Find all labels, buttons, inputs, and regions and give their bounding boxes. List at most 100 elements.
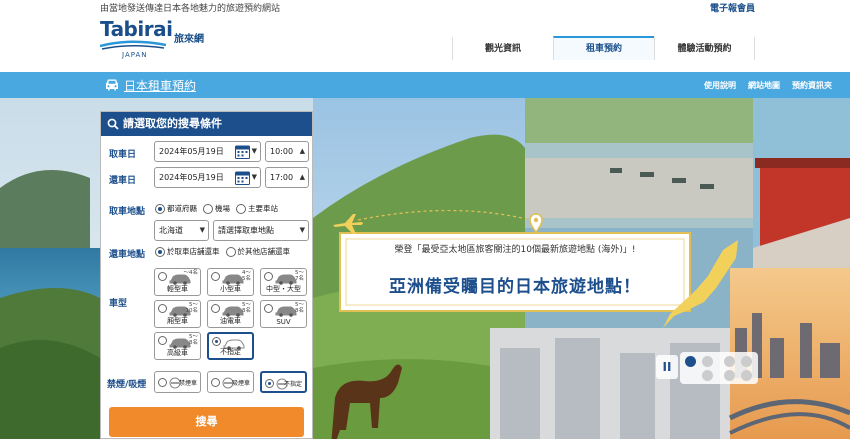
pickup-location-label: 取車地點 (109, 207, 146, 217)
car-type-option[interactable]: 4～ 5名 小型車 (207, 268, 254, 296)
slide-dot-7[interactable] (741, 370, 752, 381)
page-title[interactable]: 日本租車預約 (124, 77, 196, 94)
radio-station[interactable]: 主要車站 (236, 203, 278, 214)
return-location-label: 還車地點 (109, 250, 146, 260)
non-smoking-option[interactable]: 禁煙車 (154, 371, 201, 393)
sitemap-link[interactable]: 網站地圖 (748, 80, 780, 91)
site-header: 由當地發送傳達日本各地魅力的旅遊預約網站 Tabirai JAPAN 旅來網 電… (0, 0, 850, 72)
car-type-option[interactable]: 不指定 (207, 332, 254, 360)
car-type-name: 小型車 (220, 285, 241, 293)
chevron-down-icon: ▼ (251, 147, 257, 155)
car-type-option[interactable]: 5～ 10名厢型車 (154, 300, 201, 328)
car-type-radio[interactable] (158, 272, 167, 281)
car-type-option[interactable]: 5～ 8名 SUV (260, 300, 307, 328)
slide-dot-3[interactable] (724, 356, 735, 367)
logo-swoosh-icon (100, 40, 166, 50)
car-type-name: 油電車 (220, 317, 241, 325)
radio-prefecture[interactable]: 都道府縣 (155, 203, 197, 214)
search-panel-header: 請選取您的搜尋條件 (101, 112, 312, 136)
pickup-time-value: 10:00 (270, 147, 294, 156)
car-type-option[interactable]: 5～ 8名 油電車 (207, 300, 254, 328)
capacity-label: 4～ 5名 (242, 270, 251, 282)
site-logo[interactable]: Tabirai JAPAN (100, 17, 173, 62)
car-type-name: 高級車 (167, 349, 188, 357)
prefecture-value: 北海道 (159, 226, 183, 235)
smoking-radio[interactable] (265, 379, 274, 388)
site-tagline: 由當地發送傳達日本各地魅力的旅遊預約網站 (100, 4, 281, 14)
pickup-date-value: 2024年05月19日 (159, 147, 224, 156)
capacity-label: 5～ 10名 (185, 302, 199, 314)
return-date-select[interactable]: 2024年05月19日 ▼ (154, 167, 261, 188)
car-type-radio[interactable] (264, 272, 273, 281)
chevron-down-icon: ▲ (299, 173, 305, 181)
chevron-down-icon: ▼ (199, 226, 205, 234)
return-label: 還車日 (109, 176, 137, 186)
booking-folder-link[interactable]: 預約資訊夾 (792, 80, 832, 91)
car-type-name: 中型・大型 (266, 285, 301, 293)
slide-dot-5[interactable] (702, 370, 713, 381)
search-panel-title: 請選取您的搜尋條件 (123, 117, 222, 130)
car-type-radio[interactable] (264, 304, 273, 313)
return-date-value: 2024年05月19日 (159, 173, 224, 182)
top-navigation: 觀光資訊 租車預約 體驗活動預約 (452, 36, 755, 62)
slideshow-pager (680, 352, 758, 384)
prefecture-select[interactable]: 北海道 ▼ (154, 220, 209, 241)
nav-tourism-info[interactable]: 觀光資訊 (452, 36, 553, 60)
capacity-label: ～4名 (183, 270, 199, 276)
radio-airport[interactable]: 機場 (203, 203, 230, 214)
nav-car-rental[interactable]: 租車預約 (553, 36, 654, 60)
slideshow-pause-button[interactable]: II (656, 355, 678, 379)
car-type-radio[interactable] (211, 304, 220, 313)
banner-subtitle: 榮登「最受亞太地區旅客關注的10個最新旅遊地點 (海外)」! (394, 245, 636, 255)
promo-banner[interactable]: 榮登「最受亞太地區旅客關注的10個最新旅遊地點 (海外)」! 亞洲備受矚目的日本… (340, 232, 690, 310)
return-location-radios: 於取車店舖還車 於其他店舖還車 (155, 246, 290, 257)
car-type-name: 輕型車 (167, 285, 188, 293)
calendar-icon[interactable] (235, 144, 250, 159)
radio-other-store[interactable]: 於其他店舖還車 (225, 246, 290, 257)
slide-dot-6[interactable] (724, 370, 735, 381)
nav-activities[interactable]: 體驗活動預約 (654, 36, 755, 60)
pickup-date-select[interactable]: 2024年05月19日 ▼ (154, 141, 261, 162)
section-bar: 日本租車預約 使用說明 網站地圖 預約資訊夾 (0, 72, 850, 98)
banner-title: 亞洲備受矚目的日本旅遊地點！ (389, 277, 641, 297)
capacity-label: 5～ 8名 (242, 302, 251, 314)
calendar-icon[interactable] (235, 170, 250, 185)
pickup-label: 取車日 (109, 150, 137, 160)
capacity-label: 5～ 7名 (295, 270, 304, 282)
smoking-radio[interactable] (158, 378, 167, 387)
no-preference-option[interactable]: 不指定 (260, 371, 307, 393)
slide-dot-1[interactable] (685, 356, 696, 367)
car-type-row: 車型 ～4名 輕型車 4～ 5名 小型車 5～ 7名 中型・大型 5～ 10名 厢型車 5～ 8名 油電車… (101, 268, 312, 368)
car-type-option[interactable]: 5～ 8名 高級車 (154, 332, 201, 360)
smoking-option-label: 不指定 (283, 381, 302, 388)
search-button[interactable]: 搜尋 (109, 407, 304, 437)
logo-wordmark: Tabirai (100, 17, 173, 41)
slide-dot-2[interactable] (702, 356, 713, 367)
slide-dot-4[interactable] (741, 356, 752, 367)
car-type-label: 車型 (109, 299, 128, 309)
car-icon (275, 306, 297, 317)
smoking-option[interactable]: 吸煙車 (207, 371, 254, 393)
chevron-down-icon: ▼ (299, 226, 305, 234)
return-time-select[interactable]: 17:00 ▲ (265, 167, 309, 188)
car-type-radio[interactable] (158, 336, 167, 345)
newsletter-member-link[interactable]: 電子報會員 (710, 1, 755, 14)
smoking-radio[interactable] (211, 378, 220, 387)
car-type-option[interactable]: 5～ 7名中型・大型 (260, 268, 307, 296)
car-type-radio[interactable] (212, 337, 221, 346)
logo-subtitle: 旅來網 (174, 34, 204, 45)
car-type-name: 厢型車 (167, 317, 188, 325)
logo-japan: JAPAN (122, 51, 148, 59)
chevron-down-icon: ▼ (251, 173, 257, 181)
smoking-option-label: 吸煙車 (231, 380, 250, 387)
car-icon (106, 79, 118, 91)
car-type-option[interactable]: ～4名輕型車 (154, 268, 201, 296)
store-select[interactable]: 請選擇取車地點 ▼ (213, 220, 309, 241)
location-type-radios: 都道府縣 機場 主要車站 (155, 203, 278, 214)
pickup-time-select[interactable]: 10:00 ▲ (265, 141, 309, 162)
smoking-option-label: 禁煙車 (178, 380, 197, 387)
car-type-radio[interactable] (211, 272, 220, 281)
car-type-radio[interactable] (158, 304, 167, 313)
usage-guide-link[interactable]: 使用說明 (704, 80, 736, 91)
radio-same-store[interactable]: 於取車店舖還車 (155, 246, 220, 257)
